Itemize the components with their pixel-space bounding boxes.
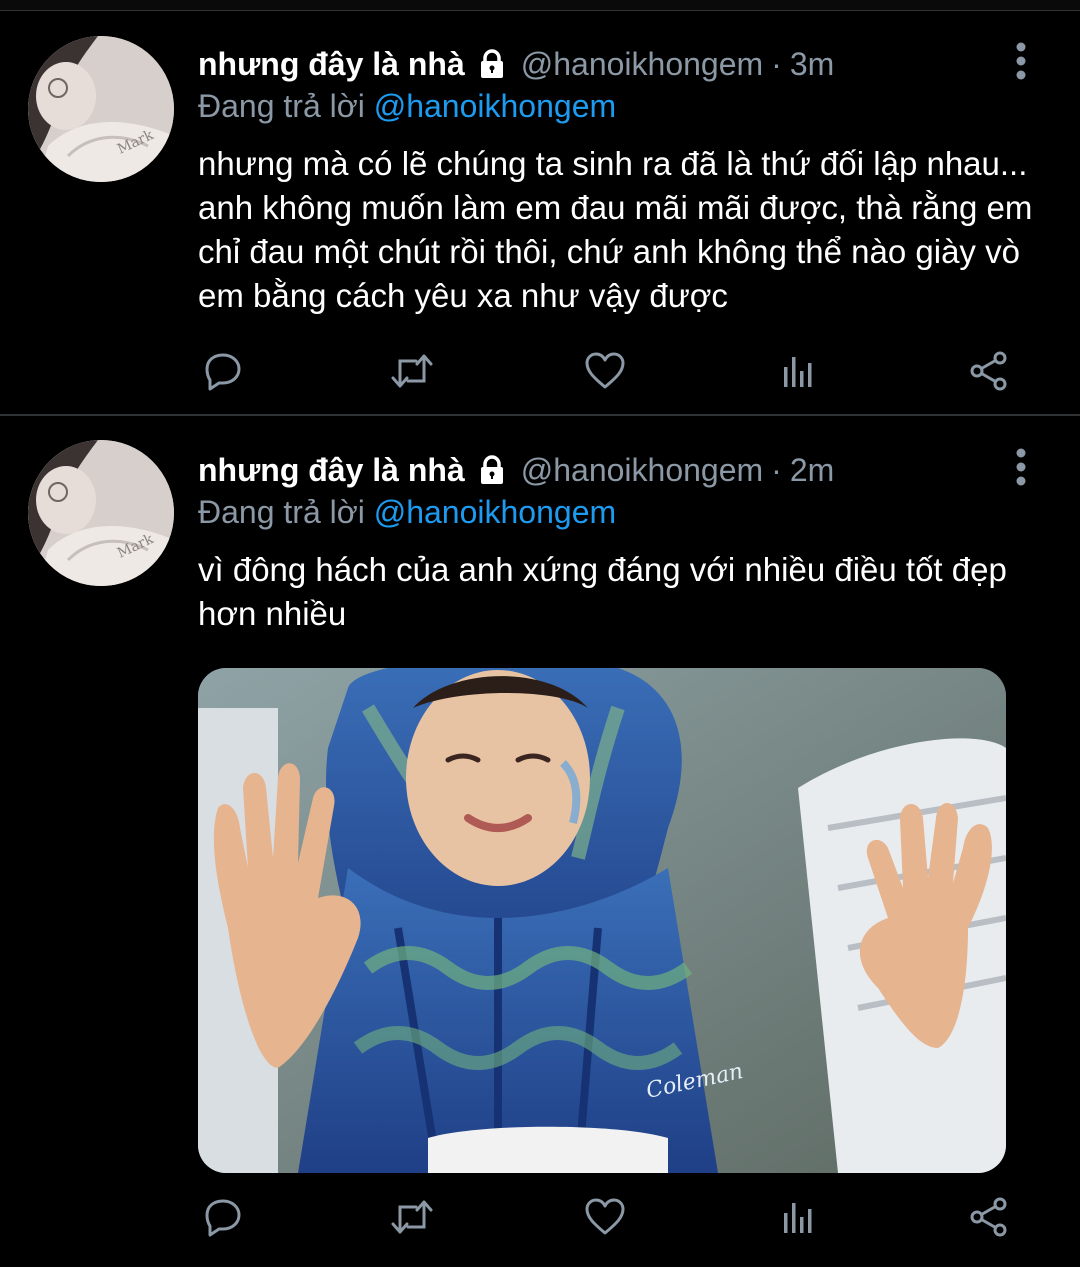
reply-icon[interactable] [198, 346, 248, 396]
separator-dot: · [771, 45, 782, 82]
lock-icon [475, 47, 509, 81]
separator-dot: · [771, 451, 782, 488]
avatar[interactable]: Mark [28, 36, 174, 182]
replying-to: Đang trả lời @hanoikhongem [198, 494, 616, 531]
tweet-photo[interactable]: Coleman [198, 668, 1006, 1173]
user-handle[interactable]: @hanoikhongem [521, 46, 763, 83]
like-icon[interactable] [580, 346, 630, 396]
retweet-icon[interactable] [387, 1192, 437, 1242]
timestamp[interactable]: 2m [790, 452, 834, 489]
retweet-icon[interactable] [387, 346, 437, 396]
avatar[interactable]: Mark [28, 440, 174, 586]
mention-link[interactable]: @hanoikhongem [374, 88, 616, 124]
more-vertical-icon[interactable] [1006, 448, 1036, 488]
replying-to: Đang trả lời @hanoikhongem [198, 88, 616, 125]
more-vertical-icon[interactable] [1006, 42, 1036, 82]
photo-child-waving: Coleman [198, 668, 1006, 1173]
analytics-icon[interactable] [772, 346, 822, 396]
reply-icon[interactable] [198, 1192, 248, 1242]
timestamp[interactable]: 3m [790, 46, 834, 83]
tweet-header: nhưng đây là nhà @hanoikhongem · 3m [198, 42, 834, 86]
tweet[interactable]: Mark nhưng đây là nhà @hanoikhongem · 2m… [0, 416, 1080, 1267]
tweet-text: vì đông hách của anh xứng đáng với nhiều… [198, 551, 1007, 632]
lock-icon [475, 453, 509, 487]
share-icon[interactable] [964, 1192, 1014, 1242]
analytics-icon[interactable] [772, 1192, 822, 1242]
replying-prefix: Đang trả lời [198, 494, 365, 530]
share-icon[interactable] [964, 346, 1014, 396]
display-name[interactable]: nhưng đây là nhà [198, 46, 465, 83]
mention-link[interactable]: @hanoikhongem [374, 494, 616, 530]
user-handle[interactable]: @hanoikhongem [521, 452, 763, 489]
like-icon[interactable] [580, 1192, 630, 1242]
action-bar [198, 1192, 1018, 1242]
tweet-text: nhưng mà có lẽ chúng ta sinh ra đã là th… [198, 145, 1033, 314]
display-name[interactable]: nhưng đây là nhà [198, 452, 465, 489]
tweet-header: nhưng đây là nhà @hanoikhongem · 2m [198, 448, 834, 492]
replying-prefix: Đang trả lời [198, 88, 365, 124]
action-bar [198, 346, 1018, 396]
tweet[interactable]: Mark nhưng đây là nhà @hanoikhongem · 3m… [0, 10, 1080, 414]
